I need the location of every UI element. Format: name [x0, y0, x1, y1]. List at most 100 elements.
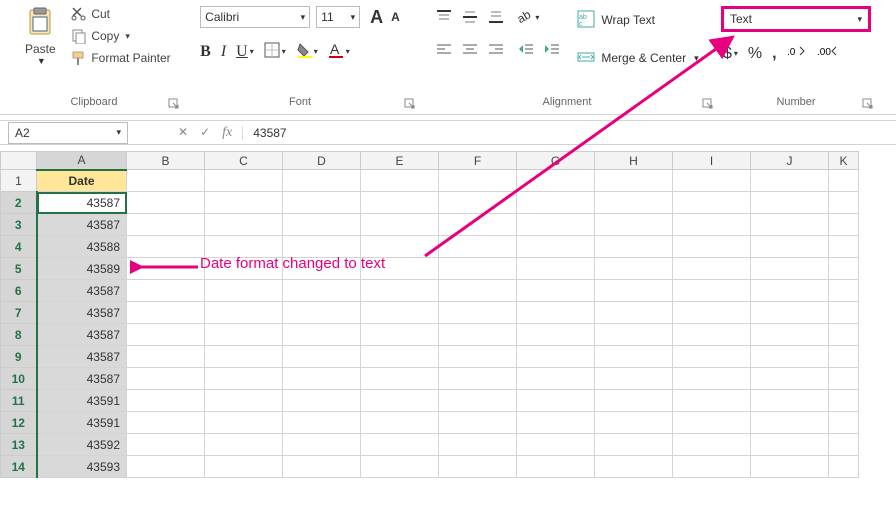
- cell[interactable]: [205, 302, 283, 324]
- cell[interactable]: [439, 258, 517, 280]
- cell[interactable]: [595, 456, 673, 478]
- cancel-formula-button[interactable]: ✕: [178, 125, 188, 141]
- row-header[interactable]: 9: [1, 346, 37, 368]
- merge-center-button[interactable]: Merge & Center ▾: [577, 44, 698, 72]
- cell[interactable]: [517, 456, 595, 478]
- align-center-button[interactable]: [461, 41, 479, 59]
- cell[interactable]: [595, 258, 673, 280]
- number-format-dropdown[interactable]: Text ▾: [721, 6, 871, 32]
- row-header[interactable]: 11: [1, 390, 37, 412]
- cell[interactable]: [361, 456, 439, 478]
- cell[interactable]: [205, 170, 283, 192]
- cell[interactable]: 43593: [37, 456, 127, 478]
- cell[interactable]: [517, 368, 595, 390]
- cell[interactable]: [829, 214, 859, 236]
- insert-function-button[interactable]: fx: [222, 125, 232, 141]
- cell[interactable]: [283, 302, 361, 324]
- cut-button[interactable]: Cut: [71, 6, 170, 22]
- cell[interactable]: [205, 258, 283, 280]
- underline-button[interactable]: U ▾: [236, 43, 254, 61]
- cell[interactable]: [439, 456, 517, 478]
- cell[interactable]: [673, 456, 751, 478]
- cell[interactable]: [517, 302, 595, 324]
- cell[interactable]: [127, 192, 205, 214]
- cell[interactable]: [751, 214, 829, 236]
- cell[interactable]: [205, 236, 283, 258]
- cell[interactable]: [673, 192, 751, 214]
- cell[interactable]: [673, 302, 751, 324]
- cell[interactable]: [829, 324, 859, 346]
- cell[interactable]: [283, 346, 361, 368]
- cell[interactable]: [595, 302, 673, 324]
- cell[interactable]: [517, 258, 595, 280]
- cell[interactable]: [283, 434, 361, 456]
- cell[interactable]: [751, 302, 829, 324]
- copy-button[interactable]: Copy ▾: [71, 28, 170, 44]
- accounting-format-button[interactable]: $ ▾: [723, 45, 738, 63]
- grow-font-button[interactable]: A: [370, 7, 383, 28]
- cell[interactable]: [829, 368, 859, 390]
- cell[interactable]: [439, 280, 517, 302]
- cell[interactable]: 43592: [37, 434, 127, 456]
- cell[interactable]: [751, 434, 829, 456]
- cell[interactable]: [205, 280, 283, 302]
- cell[interactable]: [439, 192, 517, 214]
- cell[interactable]: [439, 434, 517, 456]
- row-header[interactable]: 10: [1, 368, 37, 390]
- cell[interactable]: [595, 280, 673, 302]
- cell[interactable]: [751, 236, 829, 258]
- row-header[interactable]: 14: [1, 456, 37, 478]
- cell[interactable]: [829, 346, 859, 368]
- column-header[interactable]: A: [37, 152, 127, 170]
- cell[interactable]: [205, 346, 283, 368]
- comma-style-button[interactable]: ,: [772, 45, 776, 63]
- select-all-cell[interactable]: [1, 152, 37, 170]
- cell[interactable]: [439, 324, 517, 346]
- cell[interactable]: [127, 412, 205, 434]
- cell[interactable]: [361, 214, 439, 236]
- cell[interactable]: [595, 346, 673, 368]
- cell[interactable]: 43588: [37, 236, 127, 258]
- cell[interactable]: [595, 236, 673, 258]
- cell[interactable]: [283, 324, 361, 346]
- cell[interactable]: [439, 236, 517, 258]
- cell[interactable]: [205, 434, 283, 456]
- orientation-button[interactable]: ab ▾: [517, 8, 539, 27]
- font-name-dropdown[interactable]: Calibri ▾: [200, 6, 310, 28]
- cell[interactable]: 43587: [37, 368, 127, 390]
- column-header[interactable]: B: [127, 152, 205, 170]
- cell[interactable]: [673, 280, 751, 302]
- cell[interactable]: [595, 368, 673, 390]
- cell[interactable]: [127, 280, 205, 302]
- cell[interactable]: [283, 236, 361, 258]
- row-header[interactable]: 4: [1, 236, 37, 258]
- paste-button[interactable]: Paste ▼: [17, 6, 63, 66]
- cell[interactable]: [361, 192, 439, 214]
- cell[interactable]: [439, 346, 517, 368]
- cell[interactable]: [439, 302, 517, 324]
- cell[interactable]: [673, 170, 751, 192]
- cell[interactable]: [283, 456, 361, 478]
- cell[interactable]: [361, 368, 439, 390]
- cell[interactable]: [517, 280, 595, 302]
- row-header[interactable]: 7: [1, 302, 37, 324]
- row-header[interactable]: 5: [1, 258, 37, 280]
- cell[interactable]: [127, 170, 205, 192]
- cell[interactable]: [673, 214, 751, 236]
- grid-table[interactable]: ABCDEFGHIJK1Date243587343587443588543589…: [0, 151, 859, 478]
- cell[interactable]: [829, 390, 859, 412]
- dialog-launcher-number[interactable]: [862, 98, 874, 110]
- cell[interactable]: [751, 368, 829, 390]
- cell[interactable]: [205, 456, 283, 478]
- borders-button[interactable]: ▾: [264, 42, 286, 61]
- column-header[interactable]: C: [205, 152, 283, 170]
- cell[interactable]: [361, 236, 439, 258]
- cell[interactable]: [361, 302, 439, 324]
- cell[interactable]: [127, 258, 205, 280]
- cell[interactable]: [517, 434, 595, 456]
- cell[interactable]: [127, 456, 205, 478]
- cell[interactable]: [829, 302, 859, 324]
- cell[interactable]: [127, 390, 205, 412]
- align-top-button[interactable]: [435, 8, 453, 26]
- cell[interactable]: [205, 192, 283, 214]
